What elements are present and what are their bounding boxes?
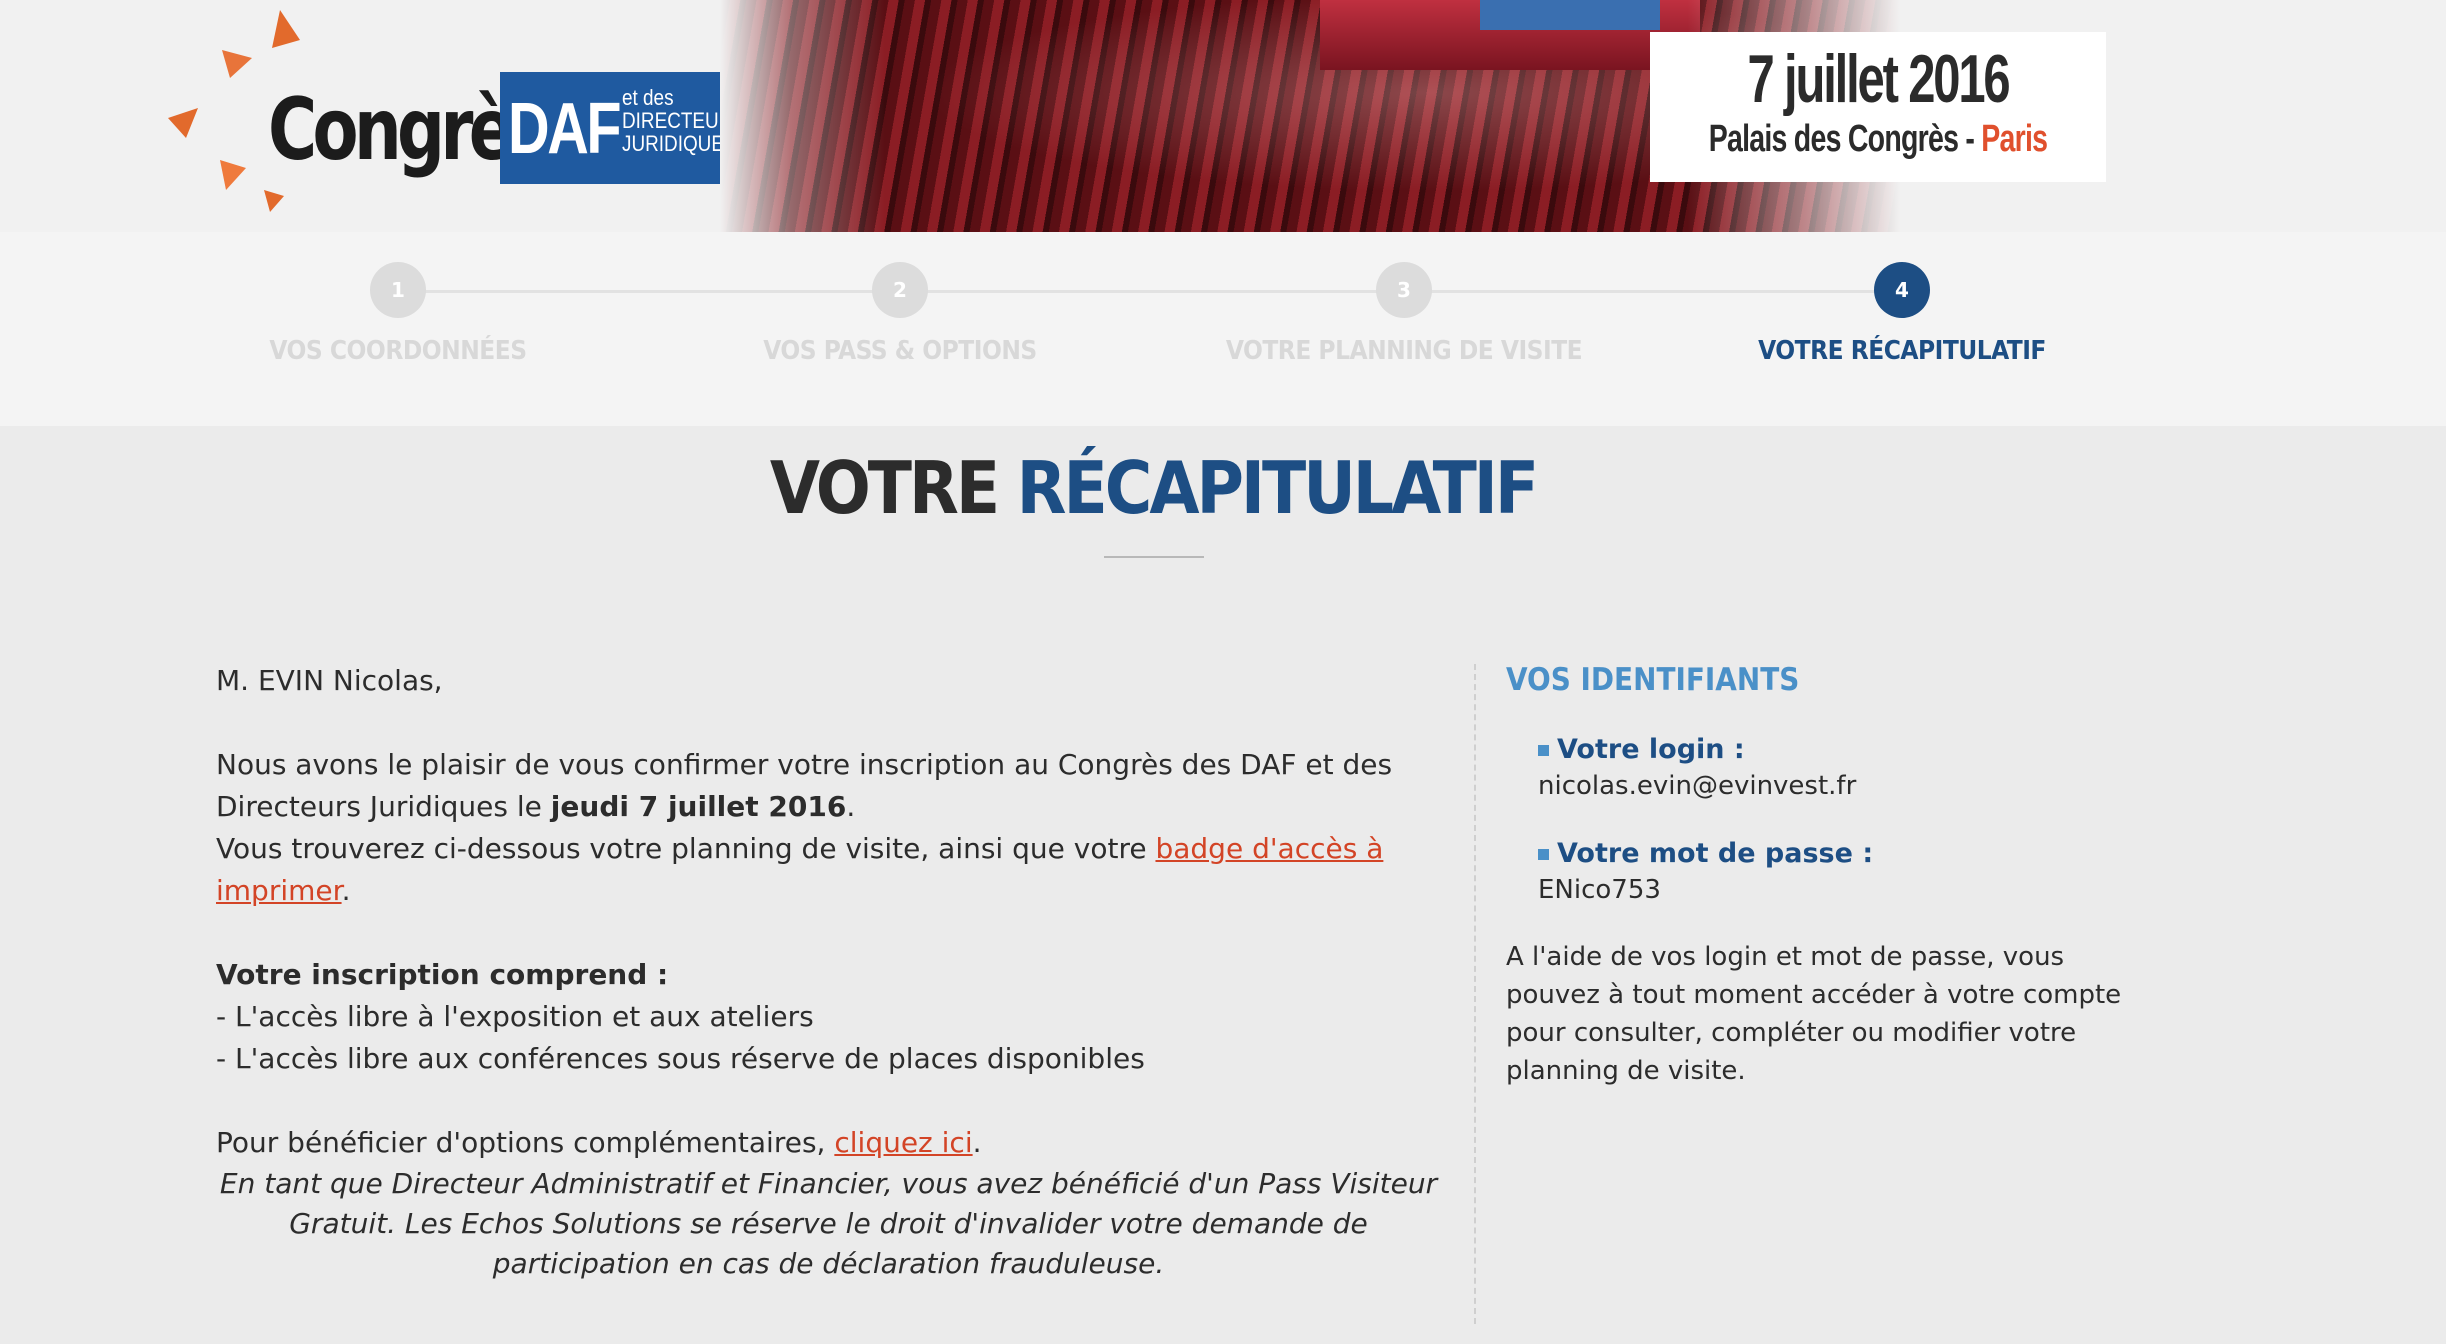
logo-daf-text: DAF: [508, 89, 622, 169]
planning-paragraph: Vous trouverez ci-dessous votre planning…: [216, 828, 1441, 912]
step-number: 3: [1376, 262, 1432, 318]
step-label: VOTRE RÉCAPITULATIF: [1758, 336, 2046, 366]
event-date-box: 7 juillet 2016 Palais des Congrès - Pari…: [1650, 32, 2106, 182]
square-bullet-icon: [1538, 745, 1549, 756]
options-paragraph: Pour bénéficier d'options complémentaire…: [216, 1122, 1441, 1164]
event-venue: Palais des Congrès - Paris: [1707, 118, 2049, 161]
credentials-help-text: A l'aide de vos login et mot de passe, v…: [1506, 942, 2122, 1086]
logo-daf-block: DAF et des DIRECTEURS JURIDIQUES: [500, 72, 745, 184]
confirmation-paragraph: Nous avons le plaisir de vous confirmer …: [216, 744, 1441, 828]
step-number: 1: [370, 262, 426, 318]
step-recapitulatif[interactable]: 4 VOTRE RÉCAPITULATIF: [1692, 262, 2112, 366]
step-label: VOS PASS & OPTIONS: [763, 336, 1037, 366]
planning-text: Vous trouverez ci-dessous votre planning…: [216, 832, 1156, 865]
step-coordonnees[interactable]: 1 VOS COORDONNÉES: [188, 262, 608, 366]
event-date: 7 juillet 2016: [1747, 41, 2011, 117]
step-label: VOTRE PLANNING DE VISITE: [1225, 336, 1583, 366]
password-field: Votre mot de passe : ENico753: [1538, 836, 2146, 908]
step-number: 2: [872, 262, 928, 318]
login-label: Votre login :: [1557, 734, 1745, 765]
confirm-date: jeudi 7 juillet 2016: [550, 790, 847, 823]
page-title-part1: VOTRE: [769, 446, 1000, 530]
options-text: Pour bénéficier d'options complémentaire…: [216, 1126, 835, 1159]
includes-item: - L'accès libre aux conférences sous rés…: [216, 1042, 1145, 1075]
title-divider: [1104, 556, 1204, 558]
includes-title: Votre inscription comprend :: [216, 954, 1441, 996]
header-banner: Congrès des DAF et des DIRECTEURS JURIDI…: [0, 0, 2446, 232]
password-value: ENico753: [1538, 875, 1661, 905]
login-field: Votre login : nicolas.evin@evinvest.fr: [1538, 732, 2146, 804]
venue-name: Palais des Congrès -: [1708, 118, 1982, 160]
credentials-title: VOS IDENTIFIANTS: [1506, 662, 1800, 698]
includes-item: - L'accès libre à l'exposition et aux at…: [216, 1000, 814, 1033]
venue-city: Paris: [1981, 118, 2048, 160]
progress-steps: 1 VOS COORDONNÉES 2 VOS PASS & OPTIONS 3…: [0, 232, 2446, 426]
legal-note: En tant que Directeur Administratif et F…: [219, 1167, 1438, 1280]
includes-title-text: Votre inscription comprend :: [216, 958, 669, 991]
logo-daf-subtitle: et des DIRECTEURS JURIDIQUES: [622, 85, 745, 156]
event-logo[interactable]: Congrès des DAF et des DIRECTEURS JURIDI…: [160, 0, 745, 232]
confirmation-content: M. EVIN Nicolas, Nous avons le plaisir d…: [216, 660, 1441, 1284]
credentials-panel: VOS IDENTIFIANTS Votre login : nicolas.e…: [1506, 660, 2146, 1090]
options-link[interactable]: cliquez ici: [834, 1126, 972, 1159]
page-title-part2: RÉCAPITULATIF: [1016, 446, 1539, 530]
step-pass-options[interactable]: 2 VOS PASS & OPTIONS: [690, 262, 1110, 366]
step-planning[interactable]: 3 VOTRE PLANNING DE VISITE: [1194, 262, 1614, 366]
column-divider: [1474, 664, 1476, 1324]
greeting: M. EVIN Nicolas,: [216, 664, 443, 697]
login-value: nicolas.evin@evinvest.fr: [1538, 771, 1857, 801]
steps-connector: [398, 290, 1902, 293]
confirm-end: .: [846, 790, 856, 823]
password-label: Votre mot de passe :: [1557, 838, 1874, 869]
square-bullet-icon: [1538, 849, 1549, 860]
step-number: 4: [1874, 262, 1930, 318]
options-end: .: [972, 1126, 982, 1159]
page-title: VOTRE RÉCAPITULATIF: [0, 446, 2306, 530]
planning-end: .: [341, 874, 351, 907]
step-label: VOS COORDONNÉES: [269, 336, 527, 366]
